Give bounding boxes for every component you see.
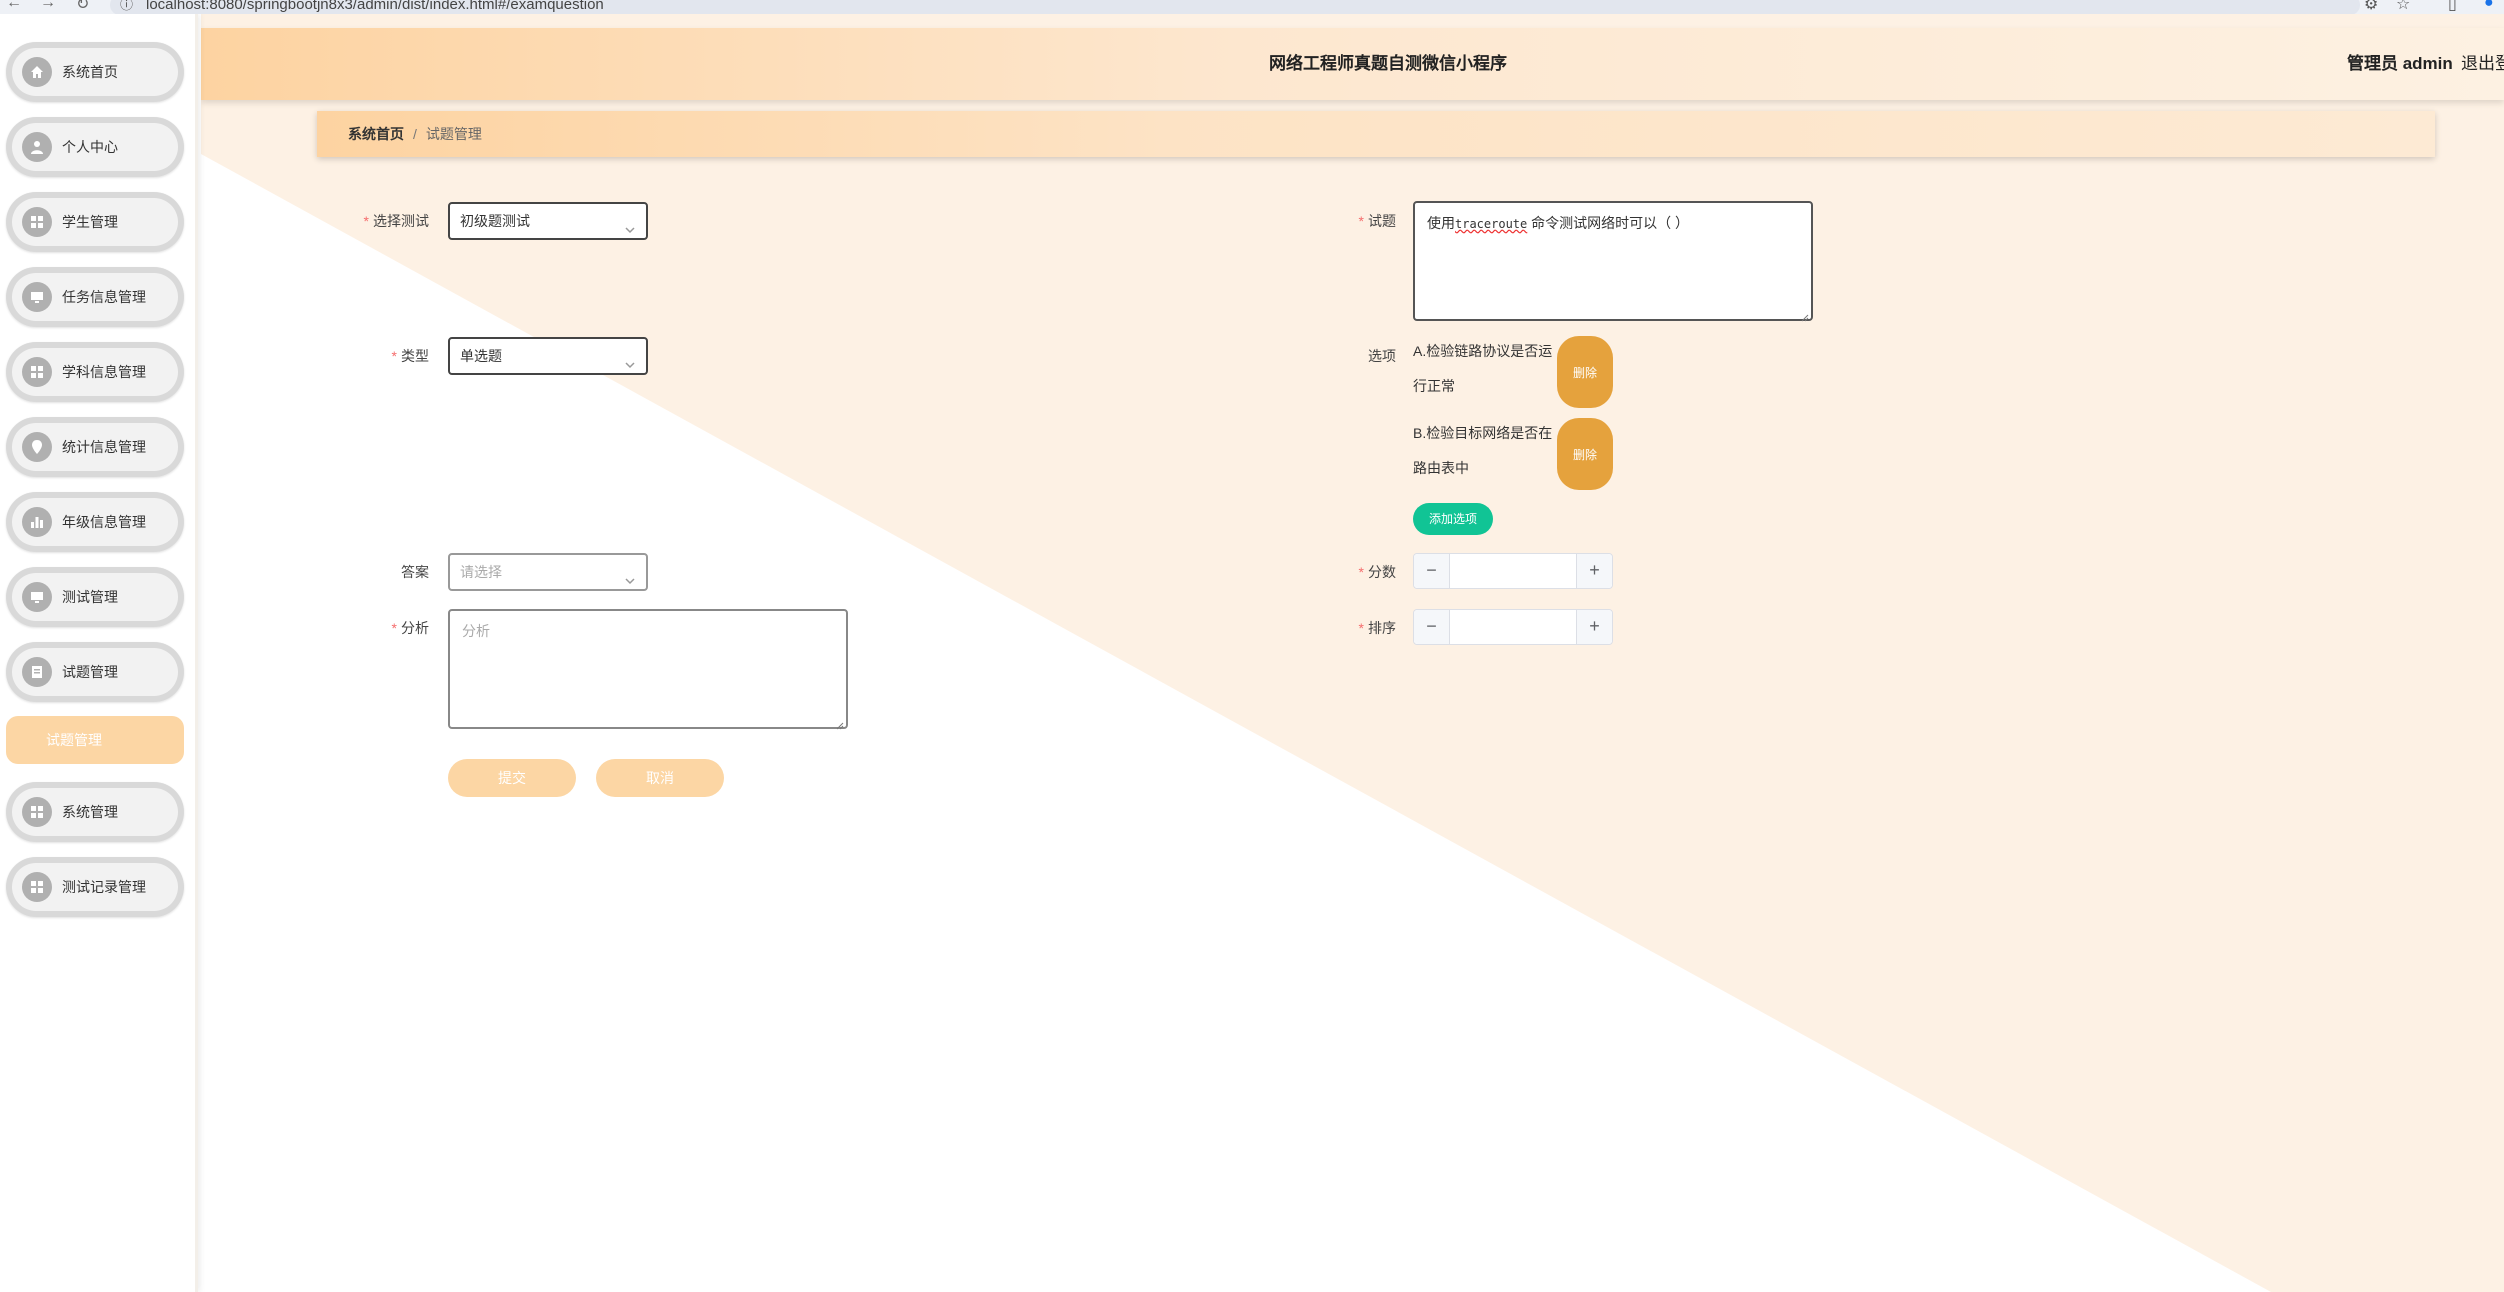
address-bar-url: localhost:8080/springbootjn8x3/admin/dis…: [146, 0, 604, 13]
bookmark-star-icon[interactable]: ☆: [2396, 0, 2410, 14]
location-icon: [22, 432, 52, 462]
site-info-icon[interactable]: ⓘ: [120, 0, 133, 14]
main-content: 网络工程师真题自测微信小程序 管理员 admin 退出登录 系统首页/试题管理 …: [201, 14, 2504, 1292]
home-icon: [22, 57, 52, 87]
address-bar[interactable]: ⓘ localhost:8080/springbootjn8x3/admin/d…: [110, 0, 2360, 14]
answer-select-placeholder: 请选择: [460, 564, 502, 580]
forward-arrow-icon[interactable]: →: [40, 0, 56, 12]
type-label: * 类型: [391, 348, 429, 364]
monitor-icon: [22, 282, 52, 312]
sidebar-item-label: 统计信息管理: [62, 439, 146, 455]
test-label: * 选择测试: [363, 213, 429, 229]
sidebar-item-label: 任务信息管理: [62, 289, 146, 305]
sidebar-item-profile[interactable]: 个人中心: [6, 117, 184, 177]
chevron-down-icon: [624, 349, 636, 369]
option-item-b: B.检验目标网络是否在路由表中: [1413, 425, 1553, 476]
sidebar-item-statistics[interactable]: 统计信息管理: [6, 417, 184, 477]
back-arrow-icon[interactable]: ←: [6, 0, 22, 12]
answer-label: 答案: [401, 564, 429, 580]
sidebar-item-label: 系统管理: [62, 804, 118, 820]
analysis-label: * 分析: [391, 620, 429, 636]
option-item-a: A.检验链路协议是否运行正常: [1413, 343, 1553, 394]
sidebar-item-tests[interactable]: 测试管理: [6, 567, 184, 627]
profile-icon[interactable]: ●: [2484, 0, 2494, 12]
order-stepper[interactable]: − +: [1413, 609, 1613, 645]
sidebar-item-tasks[interactable]: 任务信息管理: [6, 267, 184, 327]
submit-button[interactable]: 提交: [448, 759, 576, 797]
order-decrement-button[interactable]: −: [1414, 610, 1450, 644]
breadcrumb: 系统首页 / 试题管理: [317, 111, 2435, 157]
score-decrement-button[interactable]: −: [1414, 554, 1450, 588]
grid-icon: [22, 207, 52, 237]
delete-option-b-button[interactable]: 删除: [1557, 418, 1613, 490]
answer-select[interactable]: 请选择: [448, 553, 648, 591]
document-icon: [22, 657, 52, 687]
test-select-value: 初级题测试: [460, 213, 530, 229]
question-textarea[interactable]: 使用traceroute 命令测试网络时可以（ ）: [1413, 201, 1813, 322]
grid-icon: [22, 872, 52, 902]
grid-icon: [22, 797, 52, 827]
sidebar-item-label: 年级信息管理: [62, 514, 146, 530]
browser-toolbar: ← → ↻ ⓘ localhost:8080/springbootjn8x3/a…: [0, 0, 2504, 14]
question-label: * 试题: [1358, 213, 1396, 229]
delete-option-a-button[interactable]: 删除: [1557, 336, 1613, 408]
sidebar: 系统首页 个人中心 学生管理 任务信息管理 学科信息管理 统计信息管理 年级信息…: [0, 14, 198, 1292]
order-label: * 排序: [1358, 620, 1396, 636]
score-increment-button[interactable]: +: [1576, 554, 1612, 588]
breadcrumb-separator: /: [413, 126, 417, 142]
order-increment-button[interactable]: +: [1576, 610, 1612, 644]
top-header: 网络工程师真题自测微信小程序 管理员 admin 退出登录: [201, 28, 2504, 100]
extension-icon[interactable]: ⚙: [2364, 0, 2378, 14]
logout-link[interactable]: 退出登录: [2461, 28, 2504, 100]
breadcrumb-current: 试题管理: [425, 126, 482, 142]
sidebar-subitem-questions-active[interactable]: 试题管理: [6, 716, 184, 764]
reload-icon[interactable]: ↻: [76, 0, 89, 14]
current-user: 管理员 admin: [2347, 54, 2453, 73]
chevron-down-icon: [624, 565, 636, 585]
score-input[interactable]: [1451, 554, 1575, 588]
sidebar-item-home[interactable]: 系统首页: [6, 42, 184, 102]
sidebar-item-label: 测试管理: [62, 589, 118, 605]
sidebar-item-grades[interactable]: 年级信息管理: [6, 492, 184, 552]
app-root: ← → ↻ ⓘ localhost:8080/springbootjn8x3/a…: [0, 0, 2504, 1292]
sidebar-item-questions[interactable]: 试题管理: [6, 642, 184, 702]
sidebar-item-label: 学科信息管理: [62, 364, 146, 380]
user-icon: [22, 132, 52, 162]
resize-handle-icon[interactable]: [836, 717, 844, 730]
breadcrumb-home[interactable]: 系统首页: [348, 126, 404, 142]
order-input[interactable]: [1451, 610, 1575, 644]
type-select[interactable]: 单选题: [448, 337, 648, 375]
cancel-button[interactable]: 取消: [596, 759, 724, 797]
sidebar-item-label: 系统首页: [62, 64, 118, 80]
question-code: traceroute: [1455, 217, 1528, 231]
type-select-value: 单选题: [460, 348, 502, 364]
analysis-textarea[interactable]: 分析: [448, 609, 848, 730]
app-title: 网络工程师真题自测微信小程序: [1269, 54, 1507, 73]
analysis-placeholder: 分析: [462, 623, 490, 639]
sidebar-item-label: 个人中心: [62, 139, 118, 155]
sidebar-item-label: 学生管理: [62, 214, 118, 230]
test-select[interactable]: 初级题测试: [448, 202, 648, 240]
sidebar-item-label: 试题管理: [62, 664, 118, 680]
chevron-down-icon: [624, 214, 636, 234]
score-stepper[interactable]: − +: [1413, 553, 1613, 589]
sidepanel-icon[interactable]: ▯: [2448, 0, 2457, 14]
options-label: 选项: [1368, 348, 1396, 364]
sidebar-item-system[interactable]: 系统管理: [6, 782, 184, 842]
sidebar-item-subjects[interactable]: 学科信息管理: [6, 342, 184, 402]
monitor-icon: [22, 582, 52, 612]
sidebar-item-students[interactable]: 学生管理: [6, 192, 184, 252]
grid-icon: [22, 357, 52, 387]
sidebar-item-test-records[interactable]: 测试记录管理: [6, 857, 184, 917]
sidebar-item-label: 测试记录管理: [62, 879, 146, 895]
score-label: * 分数: [1358, 564, 1396, 580]
resize-handle-icon[interactable]: [1801, 309, 1809, 322]
bar-chart-icon: [22, 507, 52, 537]
add-option-button[interactable]: 添加选项: [1413, 503, 1493, 535]
